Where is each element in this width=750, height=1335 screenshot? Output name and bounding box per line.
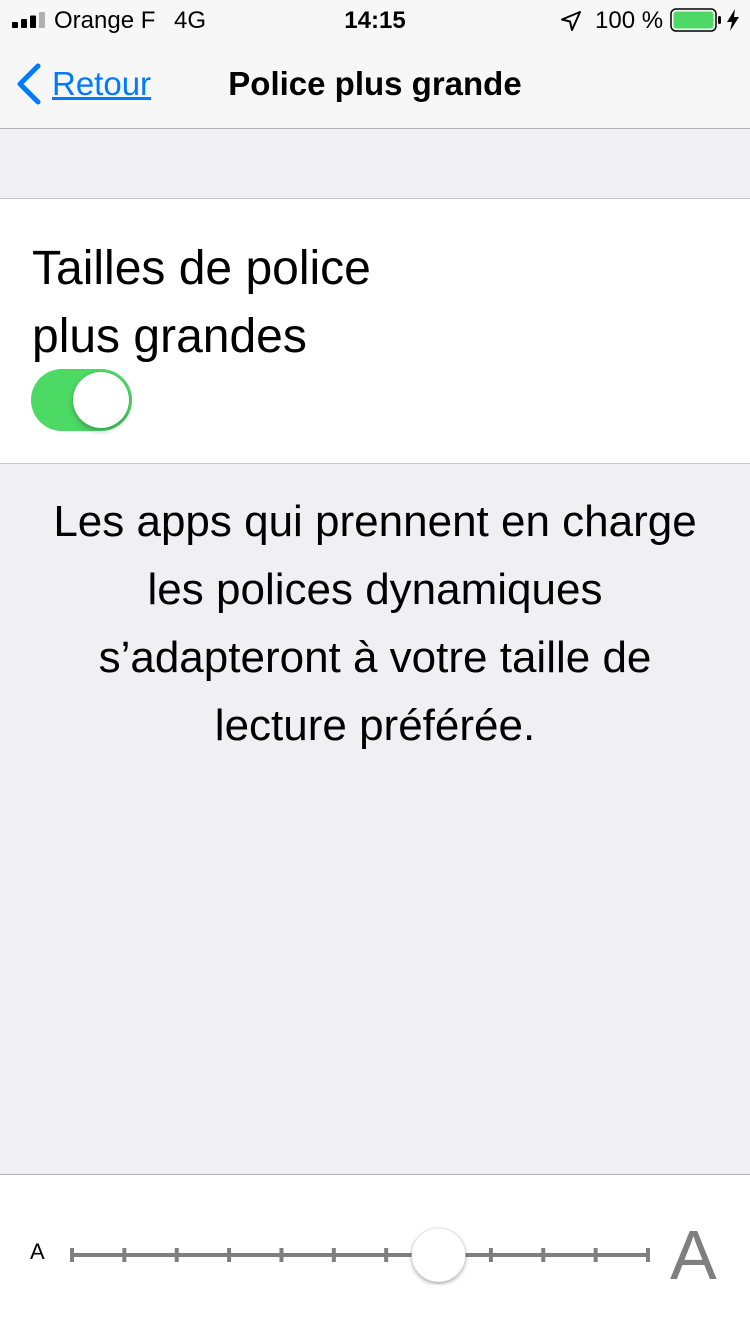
larger-text-toggle[interactable] [31,369,132,431]
large-font-label: A [670,1216,717,1294]
description-text: Les apps qui prennent en charge les poli… [53,497,697,750]
status-bar: Orange F 4G 14:15 100 % [0,0,750,40]
location-icon [561,11,581,31]
larger-text-cell: Tailles de police plus grandes [0,198,750,464]
back-button[interactable]: Retour [14,62,151,106]
navigation-bar: Retour Police plus grande [0,40,750,129]
larger-text-label: Tailles de police plus grandes [32,242,371,363]
small-font-label: A [30,1239,45,1264]
battery-percent: 100 % [595,7,664,34]
charging-icon [727,9,739,31]
font-size-slider[interactable] [60,1225,660,1285]
toggle-knob [73,372,129,428]
slider-thumb[interactable] [411,1227,467,1283]
battery-icon [670,8,721,32]
back-label[interactable]: Retour [52,65,151,103]
chevron-left-icon [17,63,41,105]
font-size-slider-area: A A [0,1174,750,1335]
